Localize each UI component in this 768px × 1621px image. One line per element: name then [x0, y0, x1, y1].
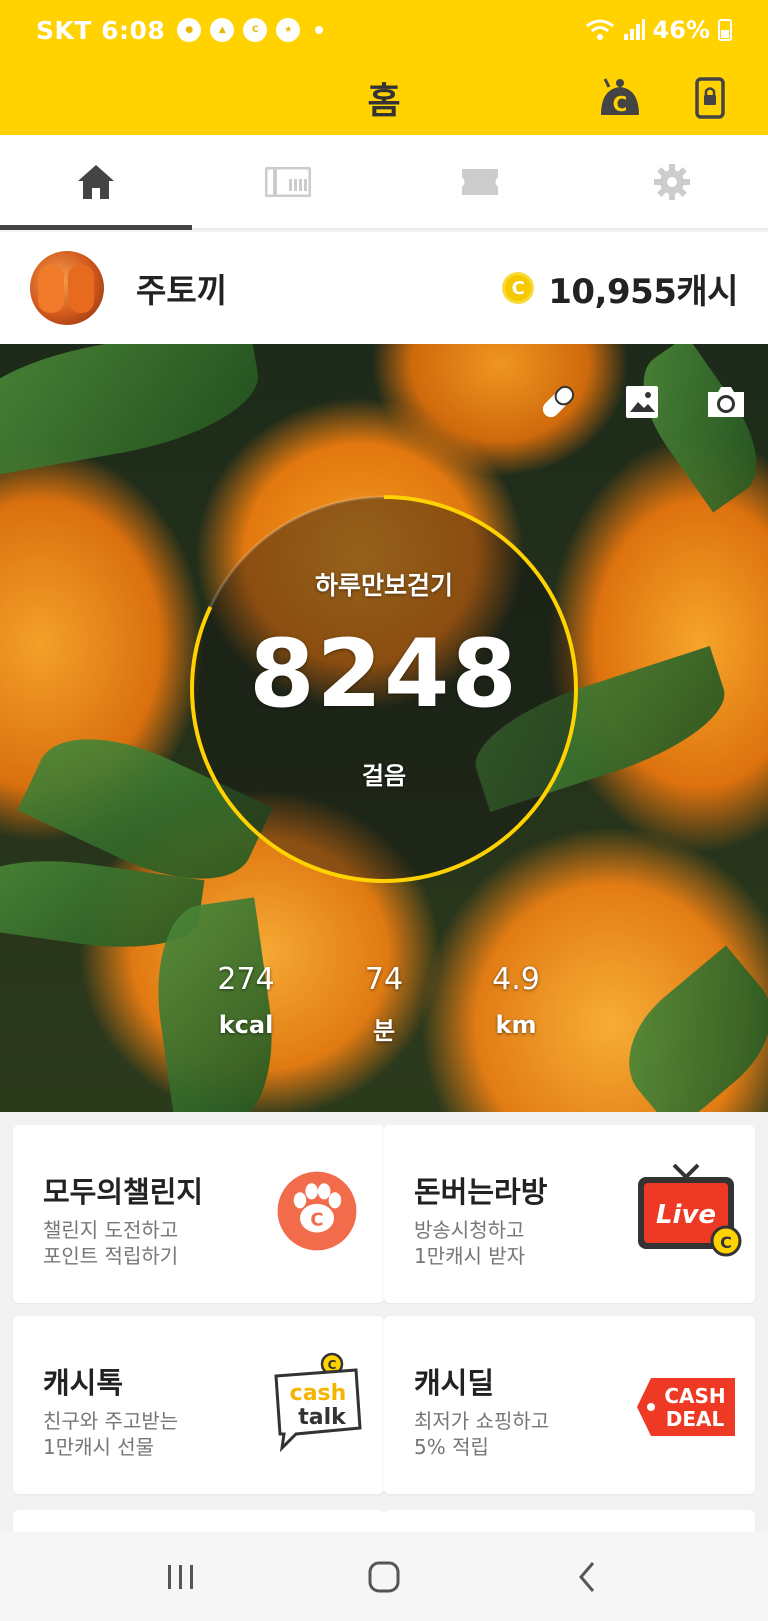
gallery-button[interactable] [620, 380, 664, 424]
talk-icon: ● [177, 18, 202, 42]
card-subtitle-line: 포인트 적립하기 [43, 1244, 179, 1268]
stat-distance-value: 4.9 [492, 962, 540, 997]
battery-icon [718, 19, 732, 41]
svg-text:C: C [310, 1209, 323, 1230]
lock-screen-button[interactable] [686, 74, 734, 122]
app-bar: 홈 C [0, 60, 768, 135]
stat-minutes-unit: 분 [372, 1017, 396, 1045]
live-tv-text: Live [656, 1200, 716, 1230]
status-bar: SKT 6:08 ● ▲ C ★ 46% [0, 0, 768, 60]
profile-row[interactable]: 주토끼 C 10,955캐시 [0, 232, 768, 344]
card-subtitle: 챌린지 도전하고 포인트 적립하기 [43, 1217, 178, 1269]
card-subtitle: 친구와 주고받는 1만캐시 선물 [43, 1408, 178, 1460]
leaf-decoration [621, 344, 768, 513]
card-subtitle-line: 챌린지 도전하고 [43, 1218, 179, 1242]
svg-text:C: C [720, 1233, 732, 1252]
stat-distance: 4.9 km [456, 962, 576, 1039]
hero-tools [536, 380, 748, 424]
home-nav-button[interactable] [354, 1547, 414, 1607]
card-subtitle-line: 1만캐시 선물 [43, 1435, 155, 1459]
kb-icon: ★ [276, 18, 301, 42]
paw-coin-icon: C [277, 1171, 357, 1251]
page-title: 홈 [367, 80, 401, 122]
pill-button[interactable] [536, 380, 580, 424]
more-dot-icon [315, 26, 324, 34]
pedometer-hero: 하루만보걷기 8248 걸음 274 kcal 74 분 4.9 km [0, 344, 768, 1112]
step-count: 8248 [249, 620, 519, 729]
svg-text:C: C [613, 92, 628, 116]
home-icon [78, 164, 114, 199]
cash-deal-icon: CASH DEAL [637, 1378, 735, 1436]
cash-talk-icon: C cash talk [274, 1352, 362, 1452]
live-tv-icon: Live C [638, 1163, 742, 1257]
card-subtitle-line: 친구와 주고받는 [43, 1409, 179, 1433]
stat-minutes: 74 분 [324, 962, 444, 1046]
card-subtitle-line: 최저가 쇼핑하고 [414, 1409, 550, 1433]
stat-minutes-value: 74 [364, 962, 404, 997]
stat-distance-unit: km [495, 1011, 537, 1039]
notification-icons: ● ▲ C ★ [177, 18, 324, 42]
cash-deal-text-2: DEAL [666, 1407, 725, 1431]
camera-icon [708, 387, 744, 417]
battery-percent: 46% [652, 16, 710, 44]
camera-button[interactable] [704, 380, 748, 424]
stat-calories-value: 274 [217, 962, 275, 997]
card-challenge[interactable]: 모두의챌린지 챌린지 도전하고 포인트 적립하기 C [13, 1125, 384, 1303]
pill-icon [542, 385, 575, 418]
card-title: 돈버는라방 [414, 1175, 548, 1209]
system-nav-bar [0, 1532, 768, 1621]
cashwalk-icon: ▲ [210, 18, 235, 42]
card-subtitle-line: 방송시청하고 [414, 1218, 525, 1242]
card-title: 캐시딜 [414, 1366, 495, 1400]
profile-name: 주토끼 [136, 271, 228, 310]
c-icon: C [243, 18, 268, 42]
gift-card-icon [265, 166, 311, 197]
recent-apps-button[interactable] [151, 1547, 211, 1607]
cash-deal-text-1: CASH [664, 1384, 725, 1408]
card-subtitle-line: 5% 적립 [414, 1435, 489, 1459]
card-subtitle: 방송시청하고 1만캐시 받자 [414, 1217, 525, 1269]
phone-lock-icon [695, 77, 725, 119]
cash-character-icon: C [601, 78, 639, 116]
card-subtitle-line: 1만캐시 받자 [414, 1244, 526, 1268]
recent-apps-icon [168, 1564, 194, 1589]
pedometer-title: 하루만보걷기 [314, 571, 453, 600]
wifi-icon [585, 19, 614, 40]
card-subtitle: 최저가 쇼핑하고 5% 적립 [414, 1408, 549, 1460]
feature-cards: 모두의챌린지 챌린지 도전하고 포인트 적립하기 C 돈버는라방 방송시청하고 … [0, 1112, 768, 1540]
tab-home[interactable] [0, 135, 192, 230]
status-right: 46% [585, 16, 732, 44]
avatar[interactable] [30, 251, 104, 325]
back-icon [578, 1561, 594, 1592]
back-button[interactable] [557, 1547, 617, 1607]
home-nav-icon [368, 1561, 400, 1592]
cash-balance[interactable]: C 10,955캐시 [502, 264, 738, 313]
card-live-shopping[interactable]: 돈버는라방 방송시청하고 1만캐시 받자 Live C [384, 1125, 755, 1303]
card-title: 모두의챌린지 [43, 1175, 204, 1209]
stat-calories: 274 kcal [186, 962, 306, 1039]
leaf-decoration [0, 344, 268, 480]
cash-talk-text-2: talk [298, 1405, 347, 1430]
coin-icon: C [502, 272, 535, 304]
card-title: 캐시톡 [43, 1366, 124, 1400]
leaf-decoration [603, 945, 768, 1112]
main-tabs [0, 135, 768, 230]
gear-icon [654, 163, 690, 200]
stat-calories-unit: kcal [218, 1011, 274, 1039]
tab-settings[interactable] [576, 135, 768, 228]
ticket-icon [462, 168, 498, 195]
tab-coupons[interactable] [384, 135, 576, 228]
card-cash-deal[interactable]: 캐시딜 최저가 쇼핑하고 5% 적립 CASH DEAL [384, 1316, 755, 1494]
signal-icon [623, 19, 645, 40]
svg-text:C: C [328, 1358, 337, 1372]
step-unit: 걸음 [361, 762, 407, 790]
tab-gift-shop[interactable] [192, 135, 384, 228]
image-icon [626, 386, 658, 418]
cash-amount: 10,955캐시 [548, 271, 738, 312]
app-bar-actions: C [596, 74, 734, 122]
card-cash-talk[interactable]: 캐시톡 친구와 주고받는 1만캐시 선물 C cash talk [13, 1316, 384, 1494]
status-time: SKT 6:08 [36, 15, 166, 45]
cash-talk-text-1: cash [290, 1381, 347, 1406]
cash-character-button[interactable]: C [596, 74, 644, 122]
